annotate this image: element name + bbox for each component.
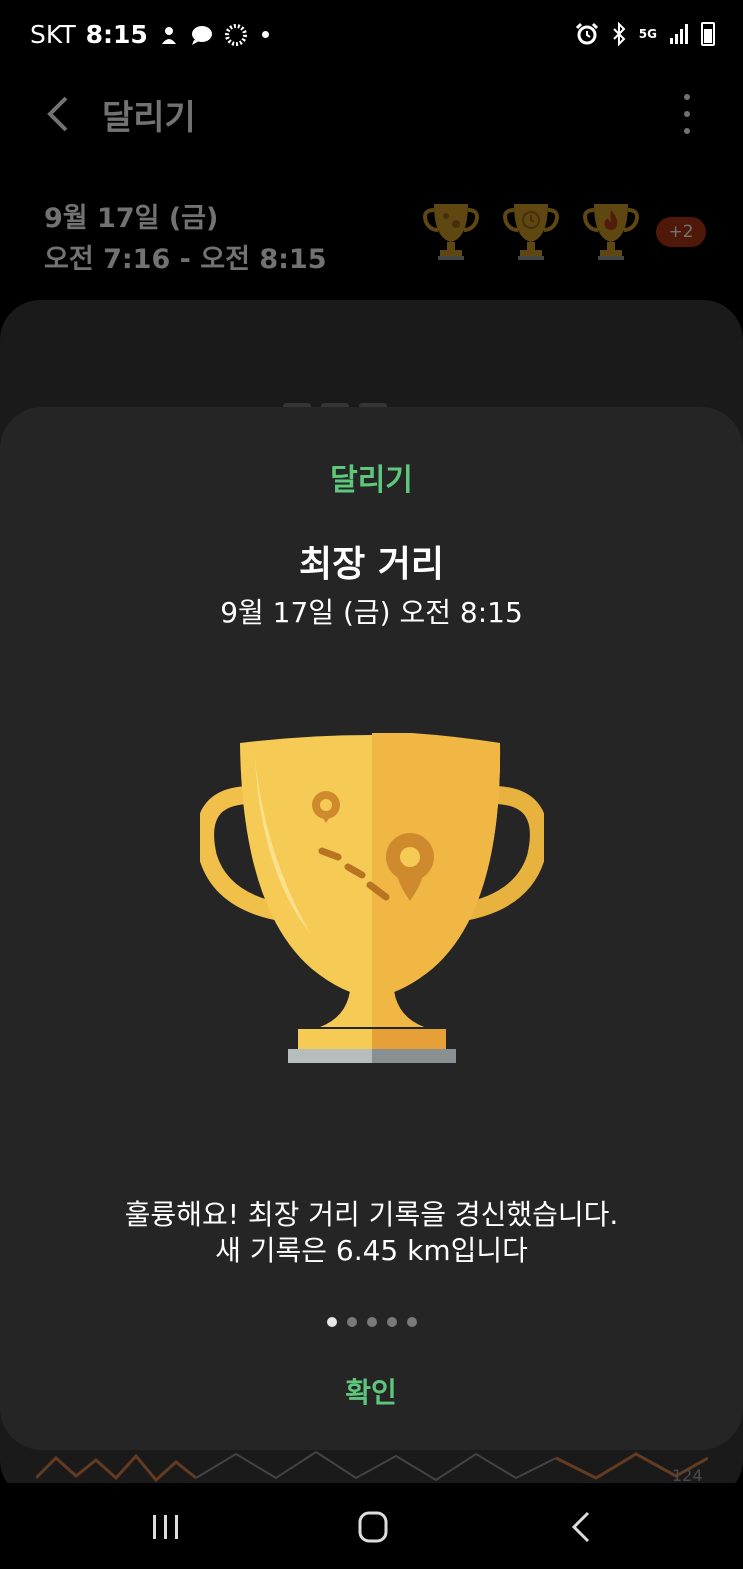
status-time: 8:15	[85, 20, 148, 49]
achievement-datetime: 9월 17일 (금) 오전 8:15	[220, 596, 523, 629]
carrier-label: SKT	[30, 20, 76, 49]
notification-app-icon	[161, 26, 176, 44]
trophies-row	[420, 198, 642, 262]
bluetooth-icon	[613, 22, 626, 46]
time-trophy-icon[interactable]	[500, 198, 562, 262]
signal-icon	[670, 24, 688, 44]
page-dot[interactable]	[386, 1317, 397, 1327]
alarm-icon	[575, 22, 598, 45]
app-header: 달리기	[0, 76, 743, 156]
nav-back-icon[interactable]	[552, 1507, 612, 1547]
more-notifications-dot	[261, 31, 269, 38]
chat-bubble-icon	[191, 25, 212, 45]
page-indicator	[0, 1317, 743, 1327]
recent-apps-icon[interactable]	[136, 1507, 196, 1547]
session-time-range: 오전 7:16 - 오전 8:15	[44, 244, 327, 275]
heart-rate-graph	[36, 1450, 708, 1482]
navigation-bar	[0, 1483, 743, 1569]
achievement-message-line1: 훌륭해요! 최장 거리 기록을 경신했습니다.	[124, 1198, 619, 1231]
status-right: 5G	[575, 22, 715, 46]
page-title: 달리기	[102, 98, 196, 138]
page-dot[interactable]	[346, 1317, 357, 1327]
achievement-sheet: 달리기 최장 거리 9월 17일 (금) 오전 8:15 훌륭해요! 최장 거리…	[0, 407, 743, 1450]
achievement-title: 최장 거리	[298, 544, 444, 585]
sheet-category: 달리기	[330, 463, 413, 498]
distance-trophy-icon[interactable]	[420, 198, 482, 262]
page-dot[interactable]	[326, 1317, 337, 1327]
back-icon[interactable]	[40, 94, 76, 134]
sync-ring-icon	[224, 23, 247, 46]
page-dot[interactable]	[366, 1317, 377, 1327]
achievement-message-line2: 새 기록은 6.45 km입니다	[215, 1234, 528, 1267]
confirm-button[interactable]: 확인	[271, 1367, 471, 1419]
home-icon[interactable]	[343, 1507, 403, 1547]
network-type-label: 5G	[638, 27, 657, 41]
extra-trophies-badge[interactable]: +2	[656, 217, 706, 247]
achievement-message: 훌륭해요! 최장 거리 기록을 경신했습니다. 새 기록은 6.45 km입니다	[0, 1197, 743, 1269]
battery-icon	[701, 22, 715, 46]
status-left: SKT 8:15	[30, 20, 269, 49]
status-bar: SKT 8:15 5G	[0, 0, 743, 76]
session-date: 9월 17일 (금)	[44, 203, 219, 234]
page-dot[interactable]	[406, 1317, 417, 1327]
more-options-icon[interactable]	[679, 94, 695, 134]
trophy-icon	[200, 733, 544, 1063]
calorie-trophy-icon[interactable]	[580, 198, 642, 262]
